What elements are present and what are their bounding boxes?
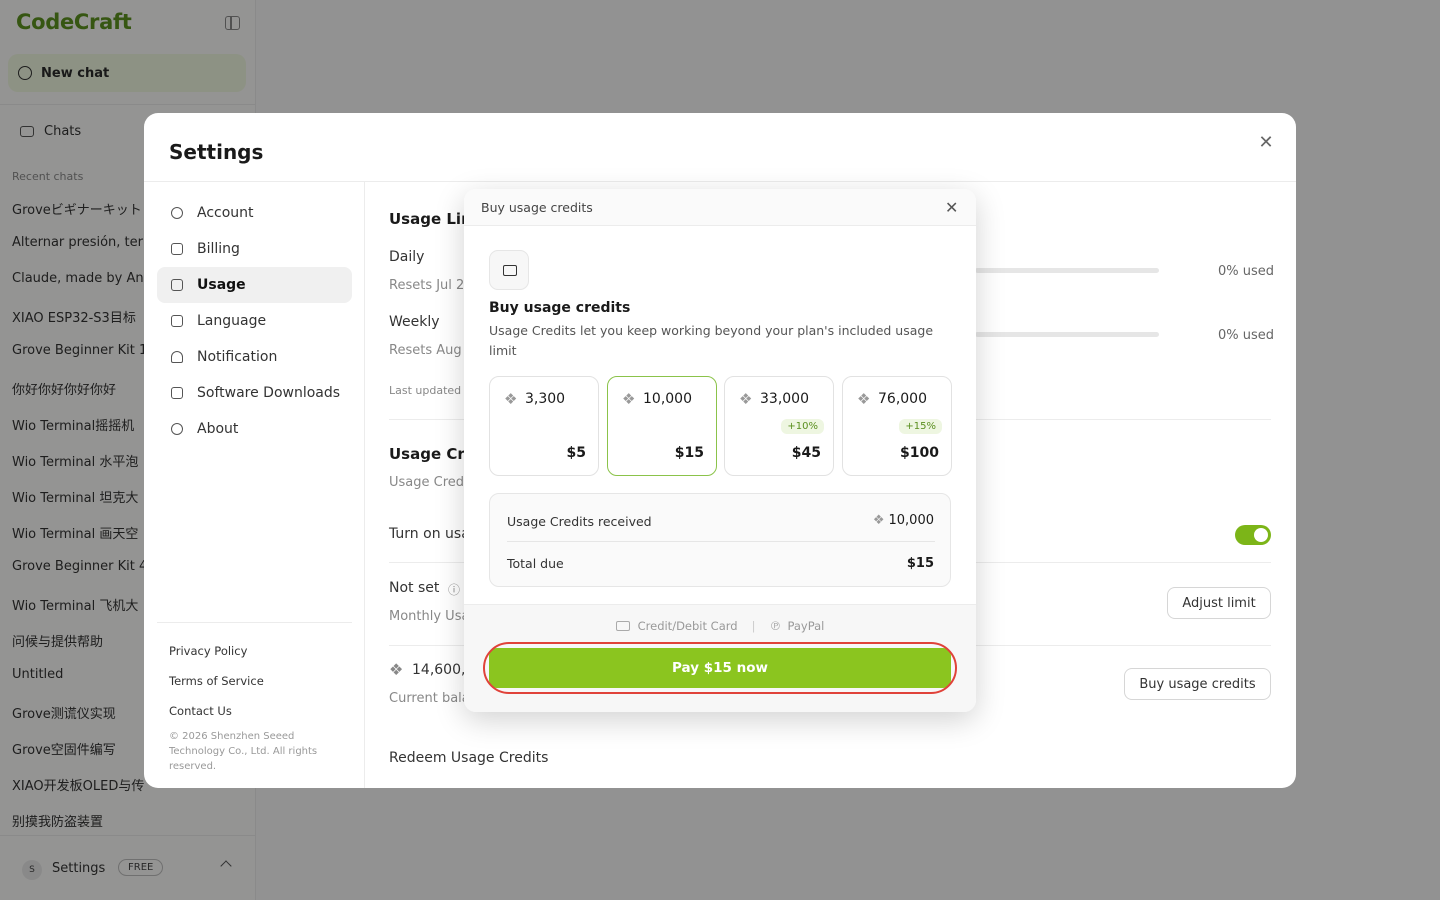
adjust-limit-button[interactable]: Adjust limit [1167, 587, 1271, 619]
summary-divider [507, 541, 935, 542]
nav-item-billing[interactable]: Billing [157, 231, 352, 267]
sparkle-icon: ❖ [389, 660, 404, 679]
total-due-label: Total due [507, 556, 564, 571]
settings-title: Settings [169, 140, 264, 164]
terms-of-service-link[interactable]: Terms of Service [169, 674, 264, 688]
info-icon: ⓘ [448, 583, 461, 597]
buy-usage-credits-button[interactable]: Buy usage credits [1124, 668, 1271, 700]
pack-credits: 33,000 [760, 391, 809, 407]
sparkle-icon: ❖ [504, 390, 518, 408]
copyright-text: © 2026 Shenzhen Seeed Technology Co., Lt… [169, 731, 318, 772]
dialog-title: Buy usage credits [489, 300, 631, 316]
nav-item-account[interactable]: Account [157, 195, 352, 231]
total-due-value: $15 [906, 556, 934, 571]
pack-price: $100 [900, 445, 939, 461]
dialog-description: Usage Credits let you keep working beyon… [489, 323, 934, 358]
dialog-footer: Credit/Debit Card | ℗ PayPal Pay $15 now [464, 604, 976, 712]
nav-item-label: Billing [197, 241, 240, 257]
sparkle-icon: ❖ [622, 390, 636, 408]
close-icon[interactable]: ✕ [945, 198, 958, 217]
nav-item-label: Account [197, 205, 254, 221]
redeem-heading: Redeem Usage Credits [389, 750, 549, 766]
info-icon [171, 423, 183, 435]
pay-now-button[interactable]: Pay $15 now [489, 648, 951, 688]
nav-item-label: Usage [197, 277, 246, 293]
weekly-reset-text: Resets Aug [389, 343, 462, 358]
daily-reset-text: Resets Jul 2 [389, 278, 465, 293]
credit-pack-33000[interactable]: ❖ 33,000 +10% $45 [724, 376, 834, 476]
usage-credits-toggle[interactable] [1235, 525, 1271, 545]
weekly-progress-bar [975, 332, 1159, 337]
daily-used-text: 0% used [1218, 264, 1275, 279]
pack-price: $45 [791, 445, 821, 461]
last-updated-text: Last updated [389, 384, 462, 397]
user-icon [171, 207, 183, 219]
credit-pack-10000[interactable]: ❖ 10,000 $15 [607, 376, 717, 476]
buy-credits-dialog: Buy usage credits ✕ Buy usage credits Us… [464, 189, 976, 712]
privacy-policy-link[interactable]: Privacy Policy [169, 644, 247, 658]
pack-credits: 3,300 [525, 391, 566, 407]
wallet-icon [489, 250, 529, 290]
bell-icon [171, 351, 183, 363]
sparkle-icon: ❖ [857, 390, 871, 408]
daily-progress-bar [975, 268, 1159, 273]
payment-method-paypal[interactable]: PayPal [787, 619, 824, 633]
nav-item-label: Software Downloads [197, 385, 341, 401]
bar-chart-icon [171, 279, 183, 291]
nav-item-usage[interactable]: Usage [157, 267, 352, 303]
credit-pack-76000[interactable]: ❖ 76,000 +15% $100 [842, 376, 952, 476]
credit-card-icon [615, 621, 630, 631]
payment-methods: Credit/Debit Card | ℗ PayPal [464, 619, 976, 633]
contact-us-link[interactable]: Contact Us [169, 704, 232, 718]
paypal-icon: ℗ [769, 619, 782, 633]
nav-item-language[interactable]: Language [157, 303, 352, 339]
separator: | [751, 619, 756, 633]
sparkle-icon: ❖ [739, 390, 753, 408]
bonus-badge: +10% [781, 419, 824, 434]
settings-close-icon[interactable]: ✕ [1257, 134, 1275, 152]
nav-footer-divider [157, 622, 352, 623]
card-icon [171, 243, 183, 255]
credits-received-amount: 10,000 [888, 513, 935, 528]
bonus-badge: +15% [899, 419, 942, 434]
current-balance-label: Current bala [389, 691, 470, 706]
usage-credits-subtitle: Usage Cred [389, 475, 465, 490]
translate-icon [171, 315, 183, 327]
nav-item-label: About [197, 421, 239, 437]
pack-price: $5 [566, 445, 586, 461]
nav-item-label: Language [197, 313, 267, 329]
nav-item-software-downloads[interactable]: Software Downloads [157, 375, 352, 411]
pack-credits: 10,000 [643, 391, 692, 407]
nav-item-label: Notification [197, 349, 278, 365]
weekly-label: Weekly [389, 314, 440, 330]
credit-pack-3300[interactable]: ❖ 3,300 $5 [489, 376, 599, 476]
weekly-used-text: 0% used [1218, 328, 1275, 343]
dialog-header-title: Buy usage credits [481, 200, 593, 215]
pack-price: $15 [674, 445, 704, 461]
daily-label: Daily [389, 249, 425, 265]
usage-credits-heading: Usage Cre [389, 445, 475, 463]
payment-method-card[interactable]: Credit/Debit Card [638, 619, 738, 633]
turn-on-label: Turn on usa [389, 526, 470, 542]
credits-received-label: Usage Credits received [507, 514, 652, 529]
order-summary: Usage Credits received ❖ 10,000 Total due… [489, 493, 951, 587]
dialog-header: Buy usage credits ✕ [464, 189, 976, 226]
credits-received-value: ❖ 10,000 [873, 513, 934, 528]
settings-nav: Account Billing Usage Language Notificat… [144, 182, 365, 788]
nav-item-about[interactable]: About [157, 411, 352, 447]
download-icon [171, 387, 183, 399]
nav-item-notification[interactable]: Notification [157, 339, 352, 375]
pack-credits: 76,000 [878, 391, 927, 407]
sparkle-icon: ❖ [872, 513, 885, 528]
monthly-usage-label: Monthly Usa [389, 609, 470, 624]
limit-status-label: Not set [389, 580, 440, 596]
